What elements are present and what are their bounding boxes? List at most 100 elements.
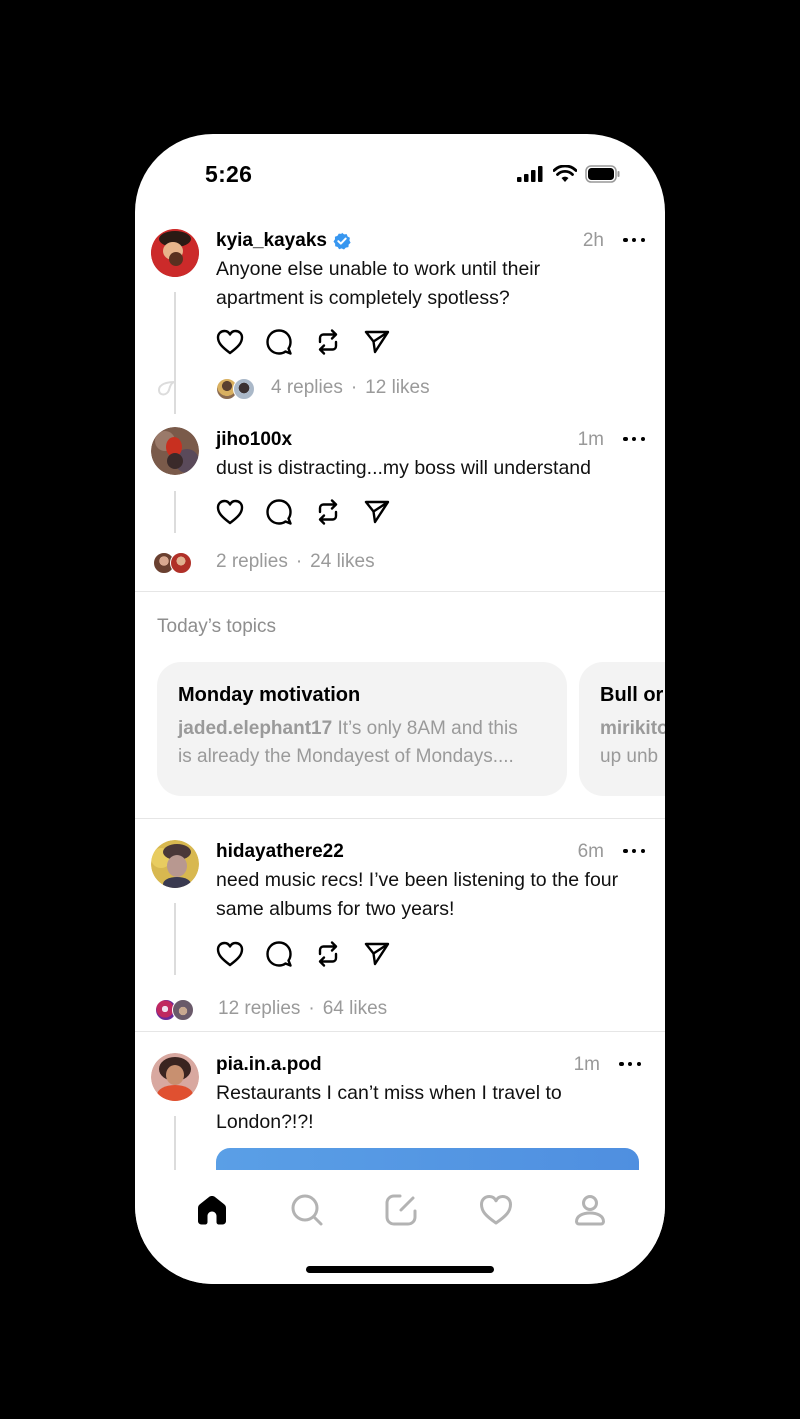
avatar-image <box>151 1053 199 1101</box>
more-options-button[interactable] <box>623 436 645 442</box>
replier-avatars <box>153 552 192 574</box>
topic-card[interactable]: Bull or mirikito up unb <box>579 662 665 796</box>
compose-icon <box>385 1194 417 1226</box>
avatar-image <box>151 229 199 277</box>
repost-icon <box>318 940 337 967</box>
post-stats: 12 replies · 64 likes <box>218 998 387 1020</box>
post-timestamp: 1m <box>573 1054 600 1075</box>
tab-home[interactable] <box>192 1190 232 1230</box>
more-options-button[interactable] <box>623 848 645 854</box>
todays-topics-section: Today’s topics Monday motivation jaded.e… <box>135 592 665 818</box>
more-options-button[interactable] <box>623 237 645 243</box>
username-text[interactable]: pia.in.a.pod <box>216 1054 322 1076</box>
post-timestamp: 6m <box>577 841 604 862</box>
topic-snippet-line2: up unb <box>600 746 659 767</box>
thread-line <box>174 903 176 975</box>
post-hidayathere22: hidayathere22 6m need music recs! I’ve b… <box>135 819 665 1031</box>
username-text[interactable]: jiho100x <box>216 429 292 451</box>
post-text: Restaurants I can’t miss when I travel t… <box>216 1082 562 1133</box>
stats-separator: · <box>350 377 358 398</box>
heart-icon <box>216 329 243 354</box>
send-icon <box>364 330 389 353</box>
mini-avatar <box>170 552 192 574</box>
topic-snippet-line2: is already the Mondayest of Mondays.... <box>178 746 514 767</box>
tab-compose[interactable] <box>381 1190 421 1230</box>
post-jiho100x: jiho100x 1m dust is distracting...my bos… <box>135 419 665 591</box>
phone-screen: 5:26 kyia_kayaks 2h Anyone else unable t… <box>135 134 665 1284</box>
reply-button[interactable] <box>264 497 293 526</box>
more-options-button[interactable] <box>619 1061 641 1067</box>
share-button[interactable] <box>362 327 391 356</box>
replier-avatars <box>155 999 194 1021</box>
repost-icon <box>318 328 337 355</box>
likes-count[interactable]: 64 likes <box>323 998 387 1020</box>
verified-badge-icon <box>333 232 351 250</box>
avatar[interactable] <box>151 427 199 475</box>
tab-profile[interactable] <box>570 1190 610 1230</box>
repost-icon <box>318 498 337 525</box>
post-kyia-kayaks: kyia_kayaks 2h Anyone else unable to wor… <box>135 214 665 419</box>
replier-avatars <box>216 378 255 400</box>
share-button[interactable] <box>362 939 391 968</box>
avatar[interactable] <box>151 1053 199 1101</box>
thread-loop-icon <box>157 381 176 396</box>
post-timestamp: 2h <box>582 230 604 251</box>
feed[interactable]: kyia_kayaks 2h Anyone else unable to wor… <box>135 214 665 1170</box>
topic-title: Bull or <box>600 684 664 706</box>
reply-button[interactable] <box>264 939 293 968</box>
tab-bar <box>135 1170 665 1284</box>
status-bar: 5:26 <box>135 134 665 214</box>
post-username[interactable]: pia.in.a.pod <box>216 1054 322 1076</box>
share-button[interactable] <box>362 497 391 526</box>
post-stats: 2 replies · 24 likes <box>216 551 375 573</box>
search-icon <box>291 1194 323 1226</box>
avatar[interactable] <box>151 840 199 888</box>
post-text: Anyone else unable to work until their a… <box>216 258 541 309</box>
replies-count[interactable]: 12 replies <box>218 998 300 1020</box>
media-preview[interactable] <box>216 1148 639 1170</box>
like-button[interactable] <box>215 497 244 526</box>
mini-avatar <box>172 999 194 1021</box>
avatar-image <box>151 427 199 475</box>
topic-snippet: jaded.elephant17 It’s only 8AM and this … <box>178 715 546 771</box>
cellular-signal-icon <box>517 166 543 182</box>
topic-author: jaded.elephant17 <box>178 718 333 739</box>
topics-title: Today’s topics <box>157 616 276 637</box>
thread-line <box>174 1116 176 1170</box>
comment-icon <box>265 498 292 525</box>
replies-count[interactable]: 4 replies <box>271 377 343 399</box>
post-username[interactable]: jiho100x <box>216 429 292 451</box>
like-button[interactable] <box>215 939 244 968</box>
comment-icon <box>265 940 292 967</box>
post-username[interactable]: hidayathere22 <box>216 841 344 863</box>
tab-search[interactable] <box>287 1190 327 1230</box>
stats-separator: · <box>295 551 303 572</box>
heart-icon <box>216 941 243 966</box>
topic-snippet: mirikito up unb <box>600 715 665 771</box>
repost-button[interactable] <box>313 939 342 968</box>
status-time: 5:26 <box>205 161 253 187</box>
username-text[interactable]: hidayathere22 <box>216 841 344 863</box>
post-actions <box>215 327 391 356</box>
replies-count[interactable]: 2 replies <box>216 551 288 573</box>
home-indicator[interactable] <box>306 1266 494 1273</box>
comment-icon <box>265 328 292 355</box>
topic-card[interactable]: Monday motivation jaded.elephant17 It’s … <box>157 662 567 796</box>
repost-button[interactable] <box>313 497 342 526</box>
likes-count[interactable]: 24 likes <box>310 551 374 573</box>
username-text[interactable]: kyia_kayaks <box>216 230 327 252</box>
topic-snippet-line1: It’s only 8AM and this <box>332 718 518 739</box>
likes-count[interactable]: 12 likes <box>365 377 429 399</box>
avatar[interactable] <box>151 229 199 277</box>
tab-activity[interactable] <box>476 1190 516 1230</box>
post-timestamp: 1m <box>577 429 604 450</box>
topic-title: Monday motivation <box>178 684 361 706</box>
post-pia-in-a-pod: pia.in.a.pod 1m Restaurants I can’t miss… <box>135 1032 665 1170</box>
repost-button[interactable] <box>313 327 342 356</box>
heart-icon <box>480 1195 512 1225</box>
battery-icon <box>585 165 620 183</box>
reply-button[interactable] <box>264 327 293 356</box>
post-username[interactable]: kyia_kayaks <box>216 230 351 252</box>
like-button[interactable] <box>215 327 244 356</box>
post-actions <box>215 497 391 526</box>
